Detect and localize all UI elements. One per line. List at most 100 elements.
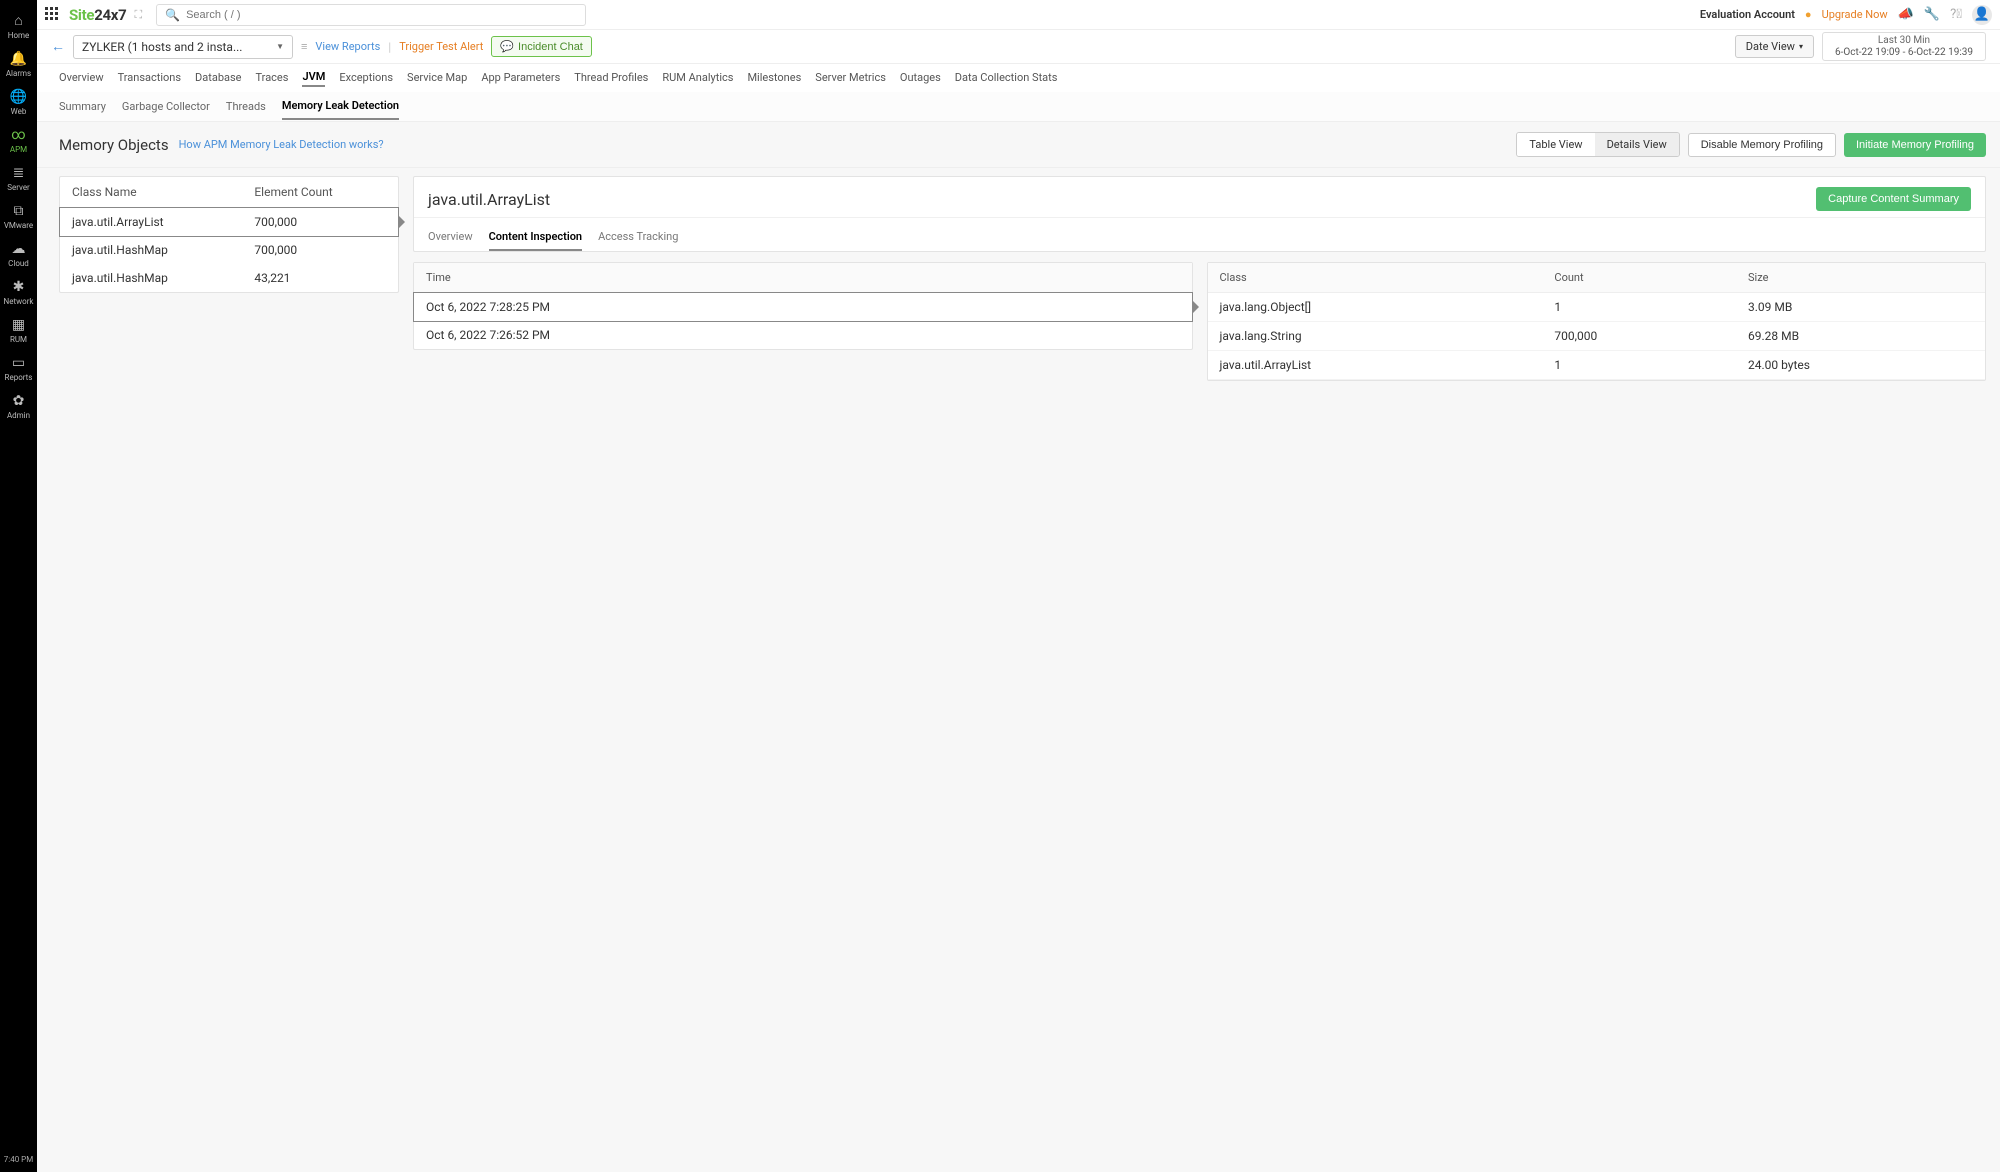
upgrade-link[interactable]: Upgrade Now <box>1822 8 1888 21</box>
sidebar-item-label: Reports <box>5 373 33 382</box>
sidebar-item-web[interactable]: 🌐Web <box>0 84 37 122</box>
warning-icon[interactable]: ● <box>1805 8 1812 21</box>
host-selected-label: ZYLKER (1 hosts and 2 insta... <box>82 40 242 54</box>
sidebar-item-label: Alarms <box>6 69 31 78</box>
page-title: Memory Objects <box>59 136 169 154</box>
detail-tab-content-inspection[interactable]: Content Inspection <box>489 222 582 251</box>
sidebar-item-label: APM <box>10 145 27 154</box>
sidebar-item-label: Home <box>8 31 30 40</box>
tab-thread-profiles[interactable]: Thread Profiles <box>574 71 648 86</box>
details-view-button[interactable]: Details View <box>1595 133 1679 156</box>
detail-header: java.util.ArrayList Capture Content Summ… <box>413 176 1986 252</box>
list-icon: ≡ <box>301 40 307 53</box>
home-icon: ⌂ <box>14 14 22 28</box>
sidebar-item-reports[interactable]: ▭ Reports <box>0 350 37 388</box>
help-icon[interactable]: ?⃝ <box>1950 7 1962 22</box>
detail-tab-overview[interactable]: Overview <box>428 222 473 251</box>
table-row[interactable]: java.util.ArrayList700,000 <box>60 208 398 237</box>
sidebar-item-label: Network <box>4 297 34 306</box>
tab-exceptions[interactable]: Exceptions <box>339 71 393 86</box>
sidebar-item-vmware[interactable]: ⧉ VMware <box>0 198 37 236</box>
expand-icon[interactable]: ⛶ <box>134 8 142 22</box>
trigger-alert-link[interactable]: Trigger Test Alert <box>399 40 483 53</box>
back-arrow-icon[interactable]: ← <box>51 38 65 55</box>
search-input[interactable] <box>186 9 577 21</box>
cloud-icon: ☁ <box>12 242 26 256</box>
primary-tabs: Overview Transactions Database Traces JVM Exc… <box>37 64 2000 92</box>
tab-data-collection-stats[interactable]: Data Collection Stats <box>955 71 1058 86</box>
date-view-dropdown[interactable]: Date View ▾ <box>1735 35 1814 58</box>
user-avatar[interactable]: 👤 <box>1972 5 1992 25</box>
tab-jvm[interactable]: JVM <box>302 70 325 87</box>
table-row[interactable]: java.util.HashMap700,000 <box>60 236 398 264</box>
tab-transactions[interactable]: Transactions <box>118 71 181 86</box>
col-class: Class <box>1208 263 1543 293</box>
sidebar-item-admin[interactable]: ✿Admin <box>0 388 37 426</box>
caret-down-icon: ▼ <box>276 42 284 51</box>
capture-content-button[interactable]: Capture Content Summary <box>1816 187 1971 211</box>
initiate-profiling-button[interactable]: Initiate Memory Profiling <box>1844 133 1986 157</box>
sidebar-item-label: VMware <box>4 221 33 230</box>
sidebar-item-network[interactable]: ✱ Network <box>0 274 37 312</box>
col-time: Time <box>414 263 1192 293</box>
tab-service-map[interactable]: Service Map <box>407 71 467 86</box>
sidebar-item-cloud[interactable]: ☁Cloud <box>0 236 37 274</box>
sidebar: ⌂ Home 🔔 Alarms 🌐Web∞APM≣Server ⧉ VMware ☁Cloud… <box>0 0 37 1172</box>
view-toggle: Table View Details View <box>1516 132 1679 157</box>
col-size: Size <box>1736 263 1985 293</box>
table-view-button[interactable]: Table View <box>1517 133 1594 156</box>
apps-grid-icon[interactable] <box>45 7 61 23</box>
class-summary-table: Class Count Size java.lang.Object[]13.09… <box>1207 262 1987 381</box>
tab-app-parameters[interactable]: App Parameters <box>481 71 560 86</box>
table-row[interactable]: java.util.ArrayList124.00 bytes <box>1208 351 1986 380</box>
tab-milestones[interactable]: Milestones <box>747 71 801 86</box>
sidebar-item-alarms[interactable]: 🔔 Alarms <box>0 46 37 84</box>
content-area: Class Name Element Count java.util.Array… <box>37 168 2000 1172</box>
search-box[interactable]: 🔍 <box>156 4 586 26</box>
detail-tab-access-tracking[interactable]: Access Tracking <box>598 222 678 251</box>
network-icon: ✱ <box>13 280 25 294</box>
sidebar-item-label: Web <box>11 107 27 116</box>
col-count: Count <box>1542 263 1736 293</box>
sidebar-item-home[interactable]: ⌂ Home <box>0 8 37 46</box>
col-classname: Class Name <box>60 177 242 208</box>
help-link[interactable]: How APM Memory Leak Detection works? <box>179 138 384 151</box>
table-row[interactable]: java.lang.Object[]13.09 MB <box>1208 293 1986 322</box>
subtab-garbage-collector[interactable]: Garbage Collector <box>122 94 210 119</box>
disable-profiling-button[interactable]: Disable Memory Profiling <box>1688 133 1836 157</box>
date-range-display[interactable]: Last 30 Min 6-Oct-22 19:09 - 6-Oct-22 19… <box>1822 32 1986 61</box>
time-table: Time Oct 6, 2022 7:28:25 PMOct 6, 2022 7… <box>413 262 1193 350</box>
tab-outages[interactable]: Outages <box>900 71 941 86</box>
sidebar-item-apm[interactable]: ∞APM <box>0 122 37 160</box>
secondary-tabs: Summary Garbage Collector Threads Memory Le… <box>37 92 2000 122</box>
sidebar-item-server[interactable]: ≣Server <box>0 160 37 198</box>
table-row[interactable]: java.lang.String700,00069.28 MB <box>1208 322 1986 351</box>
search-icon: 🔍 <box>165 8 180 22</box>
table-row[interactable]: java.util.HashMap43,221 <box>60 264 398 292</box>
table-row[interactable]: Oct 6, 2022 7:28:25 PM <box>414 293 1192 322</box>
table-row[interactable]: Oct 6, 2022 7:26:52 PM <box>414 321 1192 349</box>
view-reports-link[interactable]: View Reports <box>315 40 380 53</box>
tab-overview[interactable]: Overview <box>59 71 104 86</box>
tab-database[interactable]: Database <box>195 71 241 86</box>
host-dropdown[interactable]: ZYLKER (1 hosts and 2 insta... ▼ <box>73 35 293 59</box>
subtab-summary[interactable]: Summary <box>59 94 106 119</box>
vmware-icon: ⧉ <box>14 204 24 218</box>
account-label: Evaluation Account <box>1700 8 1795 21</box>
alarms-icon: 🔔 <box>10 52 27 66</box>
chat-icon: 💬 <box>500 40 514 53</box>
server-icon: ≣ <box>13 166 25 180</box>
page-header: Memory Objects How APM Memory Leak Detec… <box>37 122 2000 168</box>
subtab-threads[interactable]: Threads <box>226 94 266 119</box>
sidebar-time: 7:40 PM <box>4 1147 33 1172</box>
reports-icon: ▭ <box>12 356 25 370</box>
incident-chat-button[interactable]: 💬 Incident Chat <box>491 36 592 57</box>
tab-traces[interactable]: Traces <box>256 71 289 86</box>
detail-title: java.util.ArrayList <box>428 190 550 209</box>
announce-icon[interactable]: 📣 <box>1898 7 1914 22</box>
sidebar-item-rum[interactable]: ▦RUM <box>0 312 37 350</box>
wrench-icon[interactable]: 🔧 <box>1924 7 1940 22</box>
tab-rum-analytics[interactable]: RUM Analytics <box>662 71 733 86</box>
subtab-memory-leak-detection[interactable]: Memory Leak Detection <box>282 93 399 120</box>
tab-server-metrics[interactable]: Server Metrics <box>815 71 886 86</box>
